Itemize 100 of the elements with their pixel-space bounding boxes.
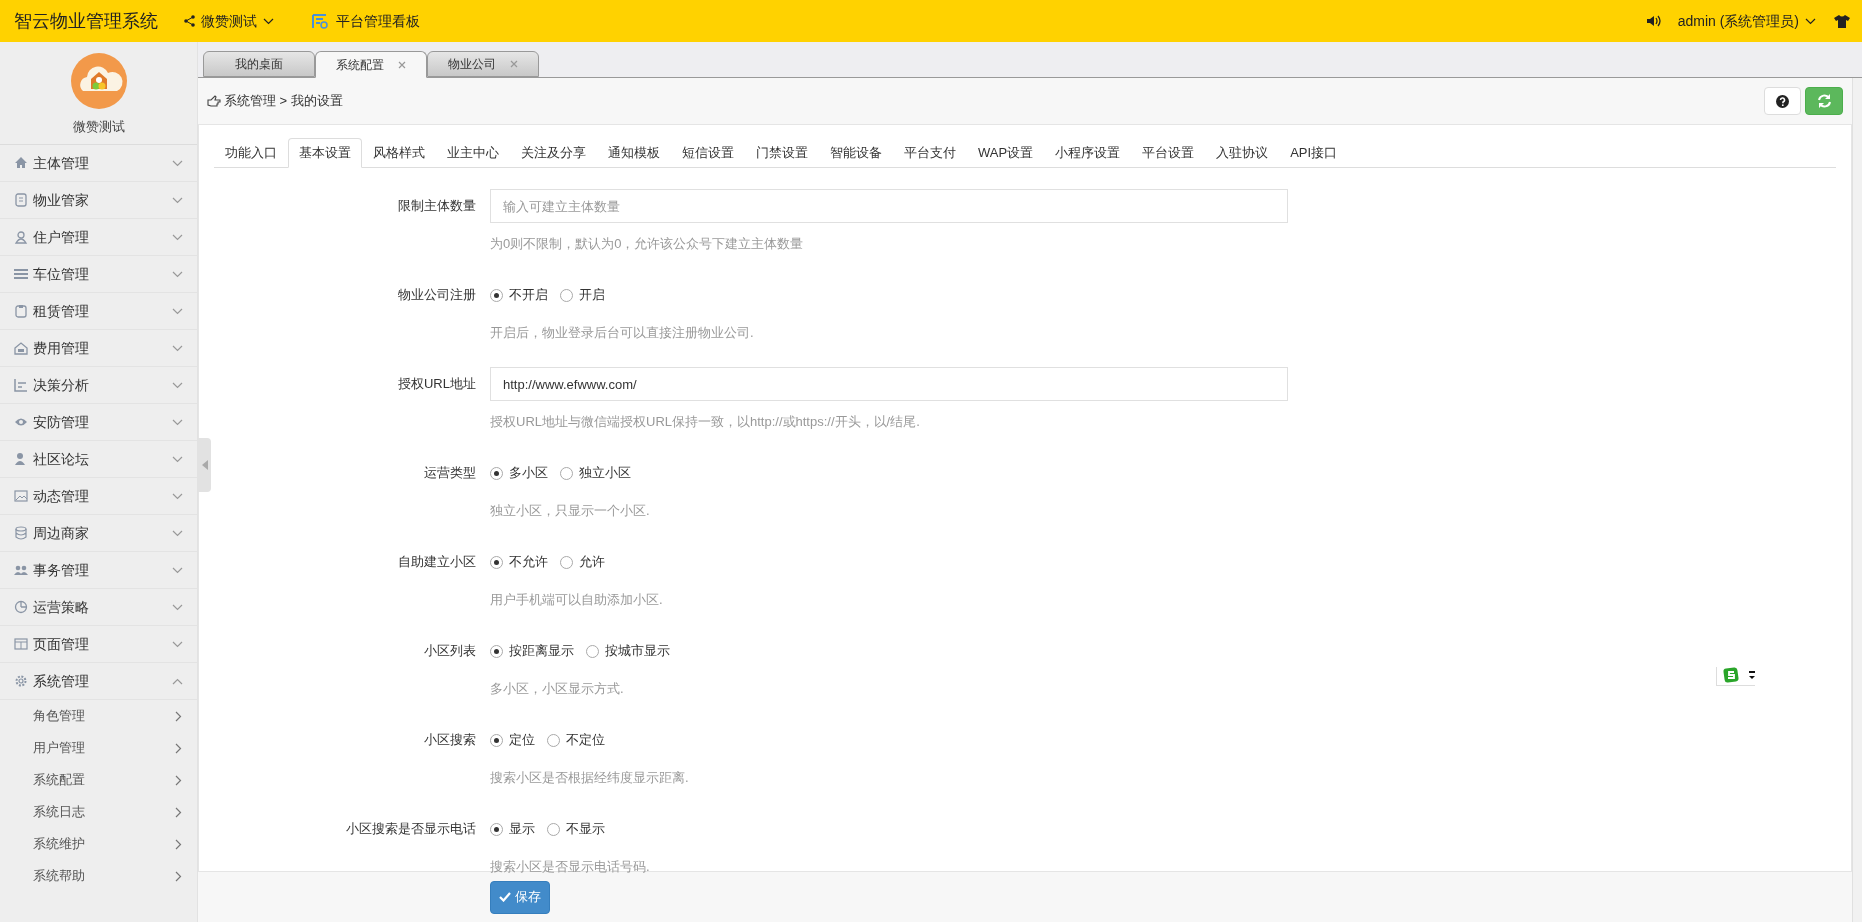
share-icon bbox=[184, 15, 195, 27]
radio-label[interactable]: 显示 bbox=[509, 819, 535, 839]
document-icon bbox=[14, 193, 28, 207]
radio-label[interactable]: 允许 bbox=[579, 552, 605, 572]
radio-label[interactable]: 多小区 bbox=[509, 463, 548, 483]
radio-button[interactable] bbox=[547, 733, 560, 747]
radio-button[interactable] bbox=[560, 466, 573, 480]
chevron-down-icon bbox=[172, 455, 183, 463]
chevron-down-icon bbox=[172, 640, 183, 648]
field-label: 小区搜索 bbox=[424, 731, 476, 750]
refresh-icon bbox=[1816, 94, 1832, 108]
radio-label[interactable]: 按距离显示 bbox=[509, 641, 574, 661]
radio-button[interactable] bbox=[560, 555, 573, 569]
field-label: 运营类型 bbox=[424, 464, 476, 483]
settings-tab[interactable]: 门禁设置 bbox=[745, 138, 819, 167]
radio-label[interactable]: 不定位 bbox=[566, 730, 605, 750]
radio-button[interactable] bbox=[560, 288, 573, 302]
ime-icon[interactable] bbox=[1723, 667, 1739, 683]
dashboard-link[interactable]: 平台管理看板 bbox=[312, 10, 420, 32]
radio-label[interactable]: 开启 bbox=[579, 285, 605, 305]
check-icon bbox=[499, 892, 511, 902]
help-text: 用户手机端可以自助添加小区. bbox=[490, 591, 664, 609]
settings-tab[interactable]: 平台设置 bbox=[1131, 138, 1206, 167]
clipboard-icon bbox=[14, 304, 28, 318]
settings-tab[interactable]: 功能入口 bbox=[214, 138, 288, 167]
submenu-item[interactable]: 系统维护 bbox=[0, 828, 197, 860]
radio-button[interactable] bbox=[490, 555, 503, 569]
submenu-item[interactable]: 系统配置 bbox=[0, 764, 197, 796]
help-text: 搜索小区是否根据经纬度显示距离. bbox=[490, 769, 690, 787]
user-icon bbox=[14, 452, 28, 466]
radio-label[interactable]: 按城市显示 bbox=[605, 641, 670, 661]
radio-button[interactable] bbox=[586, 644, 599, 658]
chevron-right-icon bbox=[175, 870, 182, 882]
chevron-down-icon bbox=[172, 529, 183, 537]
radio-label[interactable]: 不显示 bbox=[566, 819, 605, 839]
chevron-right-icon bbox=[175, 806, 182, 818]
user-menu[interactable]: admin (系统管理员) bbox=[1677, 10, 1816, 32]
settings-tab[interactable]: 小程序设置 bbox=[1044, 138, 1132, 167]
app-title: 智云物业管理系统 bbox=[14, 9, 159, 33]
person-icon bbox=[14, 230, 28, 244]
chevron-down-icon bbox=[172, 344, 183, 352]
radio-button[interactable] bbox=[547, 822, 560, 836]
settings-tab[interactable]: 业主中心 bbox=[436, 138, 510, 167]
page-tab[interactable]: 物业公司 bbox=[427, 51, 539, 77]
settings-tab[interactable]: 平台支付 bbox=[893, 138, 967, 167]
submenu-item[interactable]: 用户管理 bbox=[0, 732, 197, 764]
field-label: 小区搜索是否显示电话 bbox=[346, 820, 476, 839]
radio-button[interactable] bbox=[490, 644, 503, 658]
dashboard-icon bbox=[312, 13, 328, 29]
settings-tab[interactable]: 关注及分享 bbox=[510, 138, 597, 167]
settings-tab[interactable]: 智能设备 bbox=[819, 138, 893, 167]
chevron-down-icon bbox=[172, 381, 183, 389]
radio-label[interactable]: 不开启 bbox=[509, 285, 548, 305]
settings-tab[interactable]: API接口 bbox=[1279, 138, 1349, 167]
settings-tab[interactable]: 通知模板 bbox=[597, 138, 671, 167]
chevron-up-icon bbox=[172, 677, 183, 685]
radio-button[interactable] bbox=[490, 288, 503, 302]
close-icon[interactable] bbox=[510, 60, 518, 68]
submenu-item[interactable]: 系统日志 bbox=[0, 796, 197, 828]
input-field[interactable]: http://www.efwww.com/ bbox=[490, 367, 1288, 401]
shirt-icon[interactable] bbox=[1834, 14, 1850, 28]
settings-tab[interactable]: 基本设置 bbox=[288, 138, 362, 168]
profile-name: 微赞测试 bbox=[72, 118, 125, 136]
chevron-down-icon bbox=[172, 418, 183, 426]
submenu-item[interactable]: 系统帮助 bbox=[0, 860, 197, 892]
input-field[interactable]: 输入可建立主体数量 bbox=[490, 189, 1288, 223]
save-button[interactable]: 保存 bbox=[490, 880, 550, 914]
database-icon bbox=[14, 526, 28, 540]
help-text: 多小区，小区显示方式. bbox=[490, 680, 625, 698]
chevron-down-icon bbox=[172, 492, 183, 500]
triangle-left-icon bbox=[201, 460, 208, 470]
field-label: 自助建立小区 bbox=[398, 553, 476, 572]
help-text: 开启后，物业登录后台可以直接注册物业公司. bbox=[490, 324, 755, 342]
pie-chart-icon bbox=[14, 600, 28, 614]
caret-icon[interactable] bbox=[1749, 670, 1755, 680]
house-icon bbox=[14, 341, 28, 355]
page-tab[interactable]: 我的桌面 bbox=[203, 51, 315, 77]
speaker-icon[interactable] bbox=[1645, 14, 1662, 28]
radio-label[interactable]: 定位 bbox=[509, 730, 535, 750]
settings-tab[interactable]: 短信设置 bbox=[671, 138, 745, 167]
chevron-down-icon bbox=[172, 270, 183, 278]
help-button[interactable] bbox=[1764, 87, 1801, 115]
radio-button[interactable] bbox=[490, 733, 503, 747]
radio-button[interactable] bbox=[490, 822, 503, 836]
sidebar-toggle[interactable] bbox=[198, 438, 211, 492]
close-icon[interactable] bbox=[398, 60, 406, 69]
image-icon bbox=[14, 489, 28, 503]
pointing-hand-icon bbox=[207, 95, 221, 107]
site-switcher[interactable]: 微赞测试 bbox=[184, 10, 274, 32]
settings-tab[interactable]: 风格样式 bbox=[362, 138, 436, 167]
radio-button[interactable] bbox=[490, 466, 503, 480]
help-text: 搜索小区是否显示电话号码. bbox=[490, 858, 651, 876]
field-label: 小区列表 bbox=[424, 642, 476, 661]
radio-label[interactable]: 不允许 bbox=[509, 552, 548, 572]
radio-label[interactable]: 独立小区 bbox=[579, 463, 631, 483]
chevron-right-icon bbox=[175, 774, 182, 786]
settings-tab[interactable]: WAP设置 bbox=[967, 138, 1045, 167]
settings-tab[interactable]: 入驻协议 bbox=[1205, 138, 1280, 167]
page-tab[interactable]: 系统配置 bbox=[315, 51, 427, 78]
submenu-item[interactable]: 角色管理 bbox=[0, 700, 197, 732]
